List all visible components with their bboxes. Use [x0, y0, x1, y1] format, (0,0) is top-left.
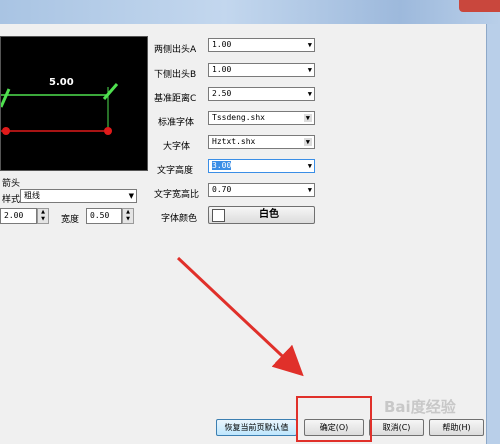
watermark: Bai度经验 [384, 398, 456, 416]
help-button[interactable]: 帮助(H) [429, 419, 484, 436]
annotation-highlight-box [296, 396, 372, 442]
restore-defaults-button[interactable]: 恢复当前页默认值 [216, 419, 297, 436]
cancel-button[interactable]: 取消(C) [369, 419, 424, 436]
annotation-arrow-icon [176, 256, 304, 377]
